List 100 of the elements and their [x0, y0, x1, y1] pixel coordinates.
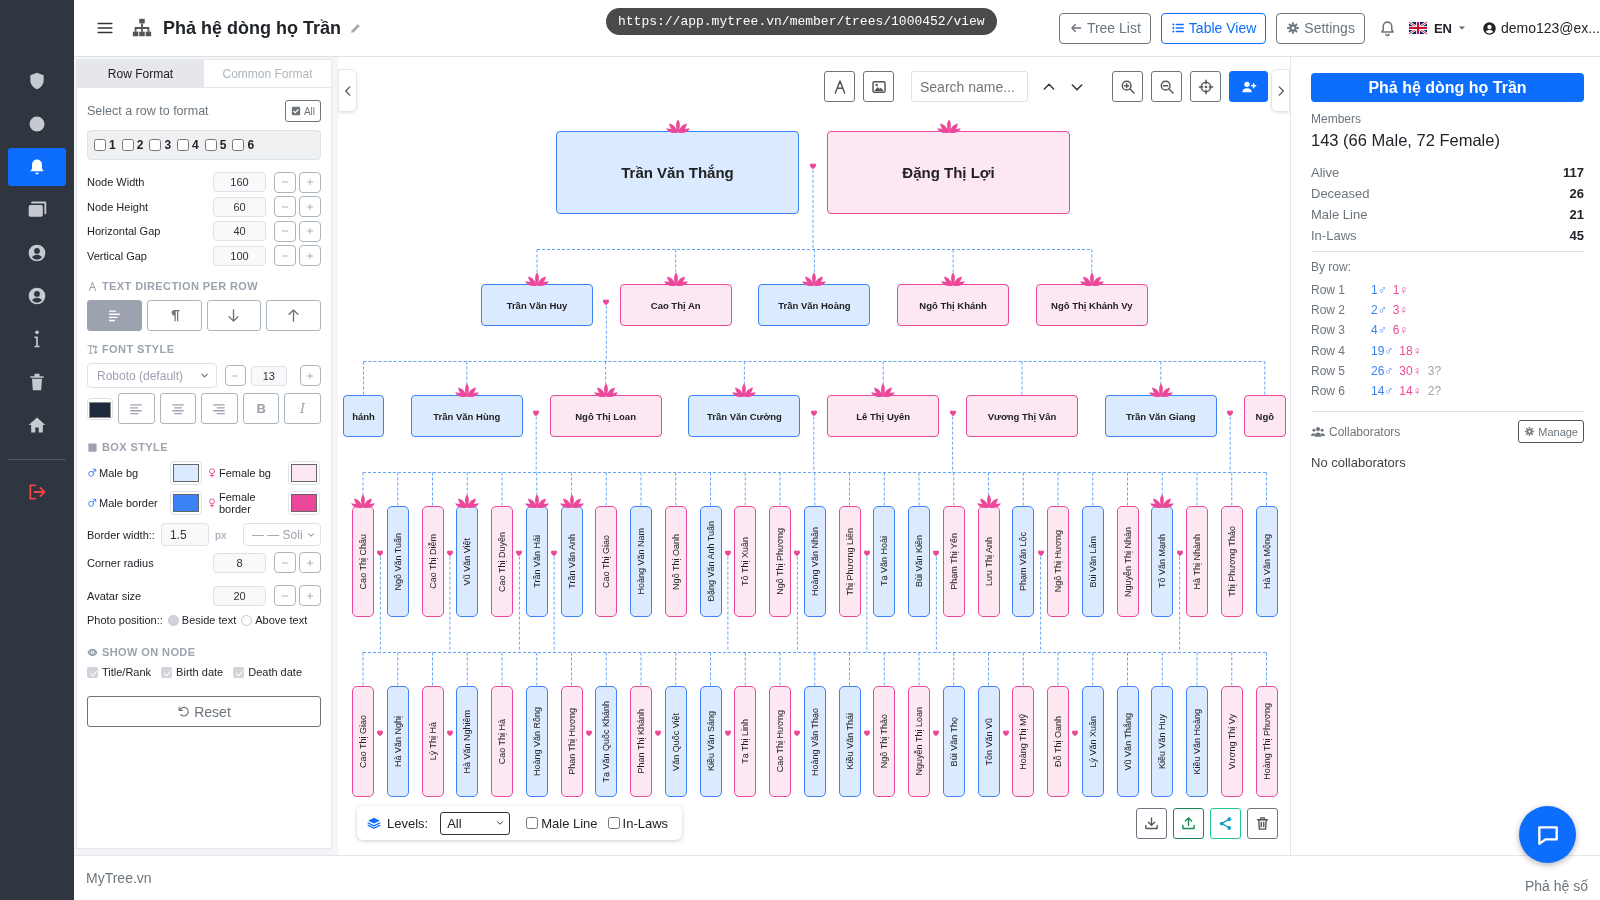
number-field[interactable]: 60	[213, 196, 266, 217]
person-node[interactable]: Trần Văn Hùng	[410, 395, 523, 437]
number-field[interactable]: 8	[213, 552, 266, 573]
language-label[interactable]: EN	[1433, 20, 1452, 36]
number-field[interactable]: 160	[213, 172, 266, 193]
person-node[interactable]: Tôn Văn Vũ	[977, 686, 1000, 797]
person-node[interactable]: Vương Thị Vy	[1220, 686, 1243, 797]
male-count: 4♂	[1371, 323, 1387, 338]
person-node[interactable]: Cao Thị Châu	[352, 506, 374, 617]
person-node[interactable]: Trần Văn Giang	[1104, 395, 1217, 437]
row-label: Row 6	[1311, 384, 1346, 399]
person-node[interactable]: Trần Văn Thắng	[556, 131, 799, 214]
number-field[interactable]: 1.5	[160, 523, 209, 546]
number-field[interactable]: 40	[213, 221, 266, 242]
person-node[interactable]: Vũ Văn Việt	[456, 506, 479, 617]
person-node[interactable]: Kiều Văn Huy	[1151, 686, 1174, 797]
person-node[interactable]: Lưu Thị Anh	[977, 506, 1000, 617]
person-node[interactable]: Phạm Thị Yến	[942, 506, 965, 617]
person-node[interactable]: Cao Thị Giao	[352, 686, 374, 797]
person-node[interactable]: Ngô Thị Oanh	[664, 506, 687, 617]
person-node[interactable]: Đỗ Thị Oanh	[1047, 686, 1069, 797]
person-node[interactable]: Cao Thị Diễm	[421, 506, 444, 617]
person-node[interactable]: Trần Văn Hoàng	[758, 284, 871, 326]
person-node[interactable]: Hoàng Thị Mỹ	[1012, 686, 1035, 797]
member-count: 143 (66 Male, 72 Female)	[1311, 131, 1501, 150]
person-node[interactable]: Hà Văn Mộng	[1255, 506, 1278, 617]
levels-select[interactable]: All	[440, 811, 511, 835]
person-node[interactable]: Cao Thị Hà	[491, 686, 513, 797]
person-node[interactable]: Trần Văn Huy	[481, 284, 593, 326]
person-node[interactable]: Ngô Thị Hương	[1047, 506, 1069, 617]
person-node[interactable]: Trần Văn Anh	[560, 506, 583, 617]
person-node[interactable]: Nguyễn Thị Loan	[908, 686, 930, 797]
person-node[interactable]: Vũ Văn Thắng	[1116, 686, 1139, 797]
search-field[interactable]: Search name...	[911, 71, 1028, 102]
person-node[interactable]: Phan Thị Hương	[560, 686, 583, 797]
person-node[interactable]: Tạ Văn Hoài	[873, 506, 896, 617]
person-node[interactable]: Kiều Văn Thái	[838, 686, 861, 797]
person-node[interactable]: Ngô Văn Tuấn	[386, 506, 409, 617]
person-node[interactable]: Ngô Thị Khánh	[897, 284, 1010, 326]
person-node[interactable]: Ngô	[1243, 395, 1286, 437]
number-field[interactable]: 13	[250, 365, 287, 386]
person-node[interactable]: Đặng Văn Anh Tuấn	[699, 506, 722, 617]
row-label: Row 4	[1311, 343, 1346, 358]
stat-label: In-Laws	[1311, 228, 1357, 243]
user-name[interactable]: demo123@ex...	[1500, 20, 1600, 36]
person-node[interactable]: Tô Thị Xuân	[734, 506, 757, 617]
person-node[interactable]: Bùi Văn Lâm	[1081, 506, 1104, 617]
person-node[interactable]: Ngô Thị Loan	[549, 395, 662, 437]
person-node[interactable]: Hoàng Văn Nam	[630, 506, 652, 617]
person-node[interactable]: Hoàng Văn Rồng	[525, 686, 548, 797]
number-field[interactable]: 100	[213, 245, 266, 266]
field-label: Avatar size	[87, 589, 143, 602]
person-node[interactable]: Lý Văn Xuân	[1081, 686, 1104, 797]
person-node[interactable]: Hà Văn Nghiêm	[456, 686, 479, 797]
person-node[interactable]: Cao Thị Duyên	[491, 506, 513, 617]
person-node[interactable]: Thị Phương Thảo	[1220, 506, 1243, 617]
person-node[interactable]: Thị Phương Liên	[838, 506, 861, 617]
footer-text: Phả hệ số	[1524, 878, 1588, 894]
field-label: Corner radius	[87, 556, 155, 569]
tab[interactable]: Row Format	[77, 60, 204, 87]
person-node[interactable]: Hoàng Văn Nhân	[803, 506, 826, 617]
person-node[interactable]: Kiều Văn Hoàng	[1186, 686, 1208, 797]
person-node[interactable]: Cao Thị An	[619, 284, 732, 326]
manage-button[interactable]: Manage	[1518, 420, 1584, 444]
person-node[interactable]: Phạm Văn Lộc	[1012, 506, 1035, 617]
person-node[interactable]: Trần Văn Hải	[525, 506, 548, 617]
person-node[interactable]: Tạ Thị Linh	[734, 686, 757, 797]
checkbox-label: 1	[109, 138, 116, 152]
person-node[interactable]: Văn Quốc Việt	[664, 686, 687, 797]
checkbox-label: Birth date	[176, 666, 224, 678]
nav-button[interactable]: Settings	[1276, 12, 1365, 44]
person-node[interactable]: Cao Thị Hương	[769, 686, 791, 797]
person-node[interactable]: hánh	[343, 395, 384, 437]
person-node[interactable]: Bùi Văn Thọ	[942, 686, 965, 797]
person-node[interactable]: Tạ Văn Quốc Khánh	[595, 686, 618, 797]
nav-button[interactable]: Tree List	[1058, 12, 1151, 44]
person-node[interactable]: Kiều Văn Sáng	[699, 686, 722, 797]
person-node[interactable]: Cao Thị Giao	[595, 506, 618, 617]
person-node[interactable]: Hoàng Thị Phương	[1255, 686, 1278, 797]
person-node[interactable]: Hà Thị Nhành	[1186, 506, 1208, 617]
person-node[interactable]: Ngô Thị Thảo	[873, 686, 896, 797]
person-node[interactable]: Hà Văn Nghị	[386, 686, 409, 797]
person-node[interactable]: Lý Thị Hà	[421, 686, 444, 797]
number-field[interactable]: 20	[213, 585, 266, 606]
person-node[interactable]: Bùi Văn Kiên	[908, 506, 930, 617]
person-node[interactable]: Phan Thị Khánh	[630, 686, 652, 797]
person-node[interactable]: Trần Văn Cường	[688, 395, 801, 437]
person-node[interactable]: Nguyễn Thị Nhàn	[1116, 506, 1139, 617]
person-node[interactable]: Ngô Thị Khánh Vy	[1035, 284, 1148, 326]
select-all-button[interactable]: All	[284, 100, 321, 122]
field-label: Node Width	[87, 176, 146, 189]
person-node[interactable]: Ngô Thị Phương	[769, 506, 791, 617]
person-node[interactable]: Lê Thị Uyên	[827, 395, 940, 437]
person-node[interactable]: Đặng Thị Lợi	[827, 131, 1070, 214]
nav-button[interactable]: Table View	[1160, 12, 1267, 44]
reset-button[interactable]: Reset	[87, 696, 321, 727]
female-count: 1♀	[1392, 283, 1409, 298]
person-node[interactable]: Hoàng Văn Thạo	[803, 686, 826, 797]
person-node[interactable]: Tô Văn Mạnh	[1151, 506, 1174, 617]
person-node[interactable]: Vương Thị Vân	[966, 395, 1078, 437]
